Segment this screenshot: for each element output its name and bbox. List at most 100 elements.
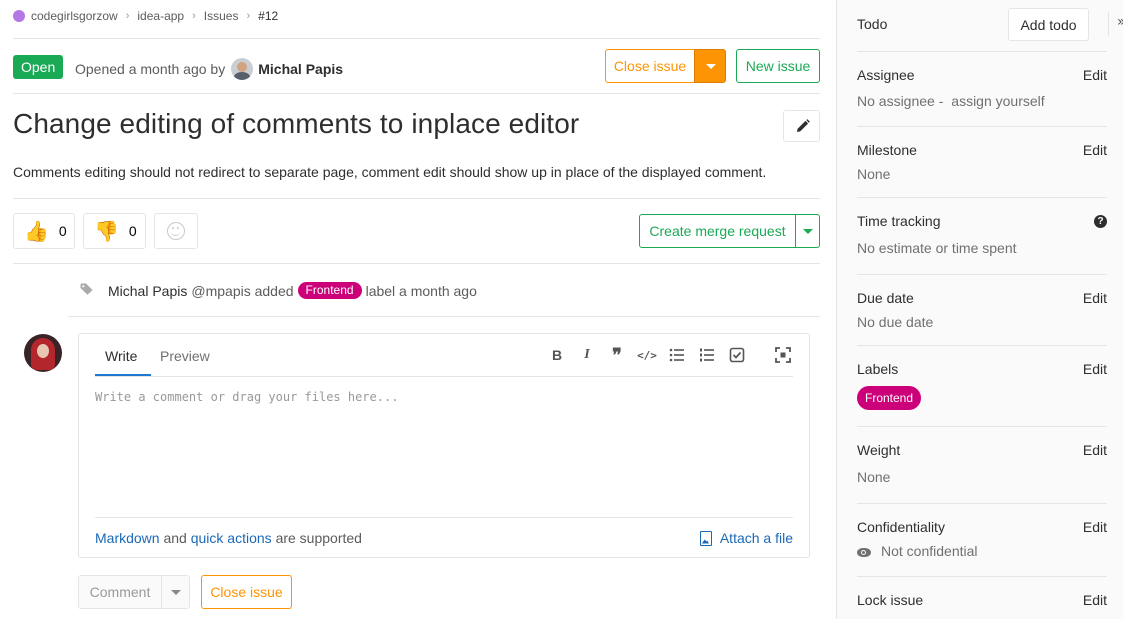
and-text: and [163,530,187,546]
divider [857,197,1107,198]
create-merge-request-button[interactable]: Create merge request [639,214,796,248]
help-icon[interactable]: ? [1094,215,1107,228]
quote-icon[interactable]: ❞ [609,345,625,366]
author-name[interactable]: Michal Papis [258,61,343,77]
note-text-before: @mpapis added [191,282,294,299]
bold-icon[interactable]: B [549,347,565,363]
issue-meta: Opened a month ago by Michal Papis [75,58,343,80]
label-frontend[interactable]: Frontend [857,386,922,410]
thumbs-up-award-button[interactable]: 👍 0 [13,213,75,249]
smiley-icon [167,222,185,240]
note-text-after: label a month ago [365,282,477,299]
close-issue-button[interactable]: Close issue [605,49,695,83]
attach-file-button[interactable]: Attach a file [699,530,793,546]
no-assignee-text: No assignee - [857,93,944,109]
thumbs-up-count: 0 [58,223,67,239]
lock-issue-title: Lock issue [857,592,924,608]
todo-block: Todo Add todo » [857,0,1123,50]
bullet-list-icon[interactable] [669,347,685,363]
label-frontend[interactable]: Frontend [297,282,362,299]
current-user-avatar[interactable] [24,334,62,372]
close-issue-dropdown-button[interactable] [694,49,726,83]
attach-file-label: Attach a file [719,530,793,546]
active-tab-indicator [95,374,151,376]
edit-title-button[interactable] [783,110,820,142]
divider [857,576,1107,577]
divider [857,503,1107,504]
thumbs-up-icon: 👍 [24,219,49,243]
assignee-block: Assignee Edit No assignee - assign yours… [857,67,1107,117]
tab-write[interactable]: Write [105,348,137,364]
divider [13,93,820,94]
collapse-sidebar-icon[interactable]: » [1117,14,1123,32]
milestone-block: Milestone Edit None [857,142,1107,192]
milestone-edit-link[interactable]: Edit [1083,142,1107,158]
comment-type-dropdown-button[interactable] [161,575,190,609]
breadcrumb: codegirlsgorzow › idea-app › Issues › #1… [13,8,278,24]
divider [13,263,820,264]
fullscreen-icon[interactable] [775,347,791,363]
thumbs-down-award-button[interactable]: 👎 0 [83,213,146,249]
numbered-list-icon[interactable] [699,347,715,363]
issue-main: codegirlsgorzow › idea-app › Issues › #1… [0,0,836,619]
tab-preview[interactable]: Preview [160,348,210,364]
markdown-link[interactable]: Markdown [95,530,160,546]
due-date-edit-link[interactable]: Edit [1083,290,1107,306]
author-avatar[interactable] [231,58,254,80]
note-author[interactable]: Michal Papis [108,283,187,299]
italic-icon[interactable]: I [579,347,595,363]
add-todo-button[interactable]: Add todo [1008,8,1089,41]
confidentiality-block: Confidentiality Edit Not confidential [857,519,1107,569]
issue-description: Comments editing should not redirect to … [13,164,767,180]
labels-edit-link[interactable]: Edit [1083,361,1107,377]
due-date-value: No due date [857,314,934,330]
caret-down-icon [171,590,181,595]
divider [13,38,820,39]
weight-edit-link[interactable]: Edit [1083,442,1107,458]
lock-issue-block: Lock issue Edit [857,592,1107,619]
task-list-icon[interactable] [729,347,745,363]
confidentiality-text: Not confidential [881,543,978,559]
system-note: Michal Papis @mpapis added Frontend labe… [108,282,477,299]
chevron-right-icon: › [246,10,251,22]
breadcrumb-project[interactable]: idea-app [137,9,184,23]
group-avatar-icon [13,10,25,22]
labels-title: Labels [857,361,899,377]
comment-form: Write Preview B I ❞ </> Markdown [78,333,810,558]
comment-textarea[interactable] [95,390,795,510]
confidentiality-value: Not confidential [857,543,978,559]
comment-button[interactable]: Comment [78,575,162,609]
footer-divider [95,517,793,518]
close-issue-bottom-button[interactable]: Close issue [201,575,292,609]
lock-issue-edit-link[interactable]: Edit [1083,592,1107,608]
quick-actions-link[interactable]: quick actions [191,530,272,546]
divider [857,345,1107,346]
due-date-block: Due date Edit No due date [857,290,1107,340]
tag-icon [80,283,93,295]
add-reaction-button[interactable] [154,213,198,249]
issue-title: Change editing of comments to inplace ed… [13,108,580,139]
new-issue-button[interactable]: New issue [736,49,820,83]
time-tracking-value: No estimate or time spent [857,240,1017,256]
vertical-divider [1108,12,1109,36]
confidentiality-title: Confidentiality [857,519,945,535]
breadcrumb-issues[interactable]: Issues [204,9,239,23]
eye-icon [857,547,871,557]
divider [13,198,820,199]
time-tracking-block: Time tracking ? No estimate or time spen… [857,213,1107,263]
merge-request-dropdown-button[interactable] [795,214,820,248]
assign-yourself-link[interactable]: assign yourself [951,93,1044,109]
status-badge: Open [13,55,64,79]
weight-title: Weight [857,442,901,458]
issue-sidebar: Todo Add todo » Assignee Edit No assigne… [836,0,1123,619]
breadcrumb-current[interactable]: #12 [258,9,278,23]
divider [68,316,820,317]
breadcrumb-group[interactable]: codegirlsgorzow [31,9,118,23]
code-icon[interactable]: </> [637,347,657,363]
supported-text: are supported [275,530,362,546]
todo-title: Todo [857,16,888,32]
confidentiality-edit-link[interactable]: Edit [1083,519,1107,535]
divider [857,126,1107,127]
assignee-value: No assignee - assign yourself [857,93,1045,109]
assignee-edit-link[interactable]: Edit [1083,67,1107,83]
